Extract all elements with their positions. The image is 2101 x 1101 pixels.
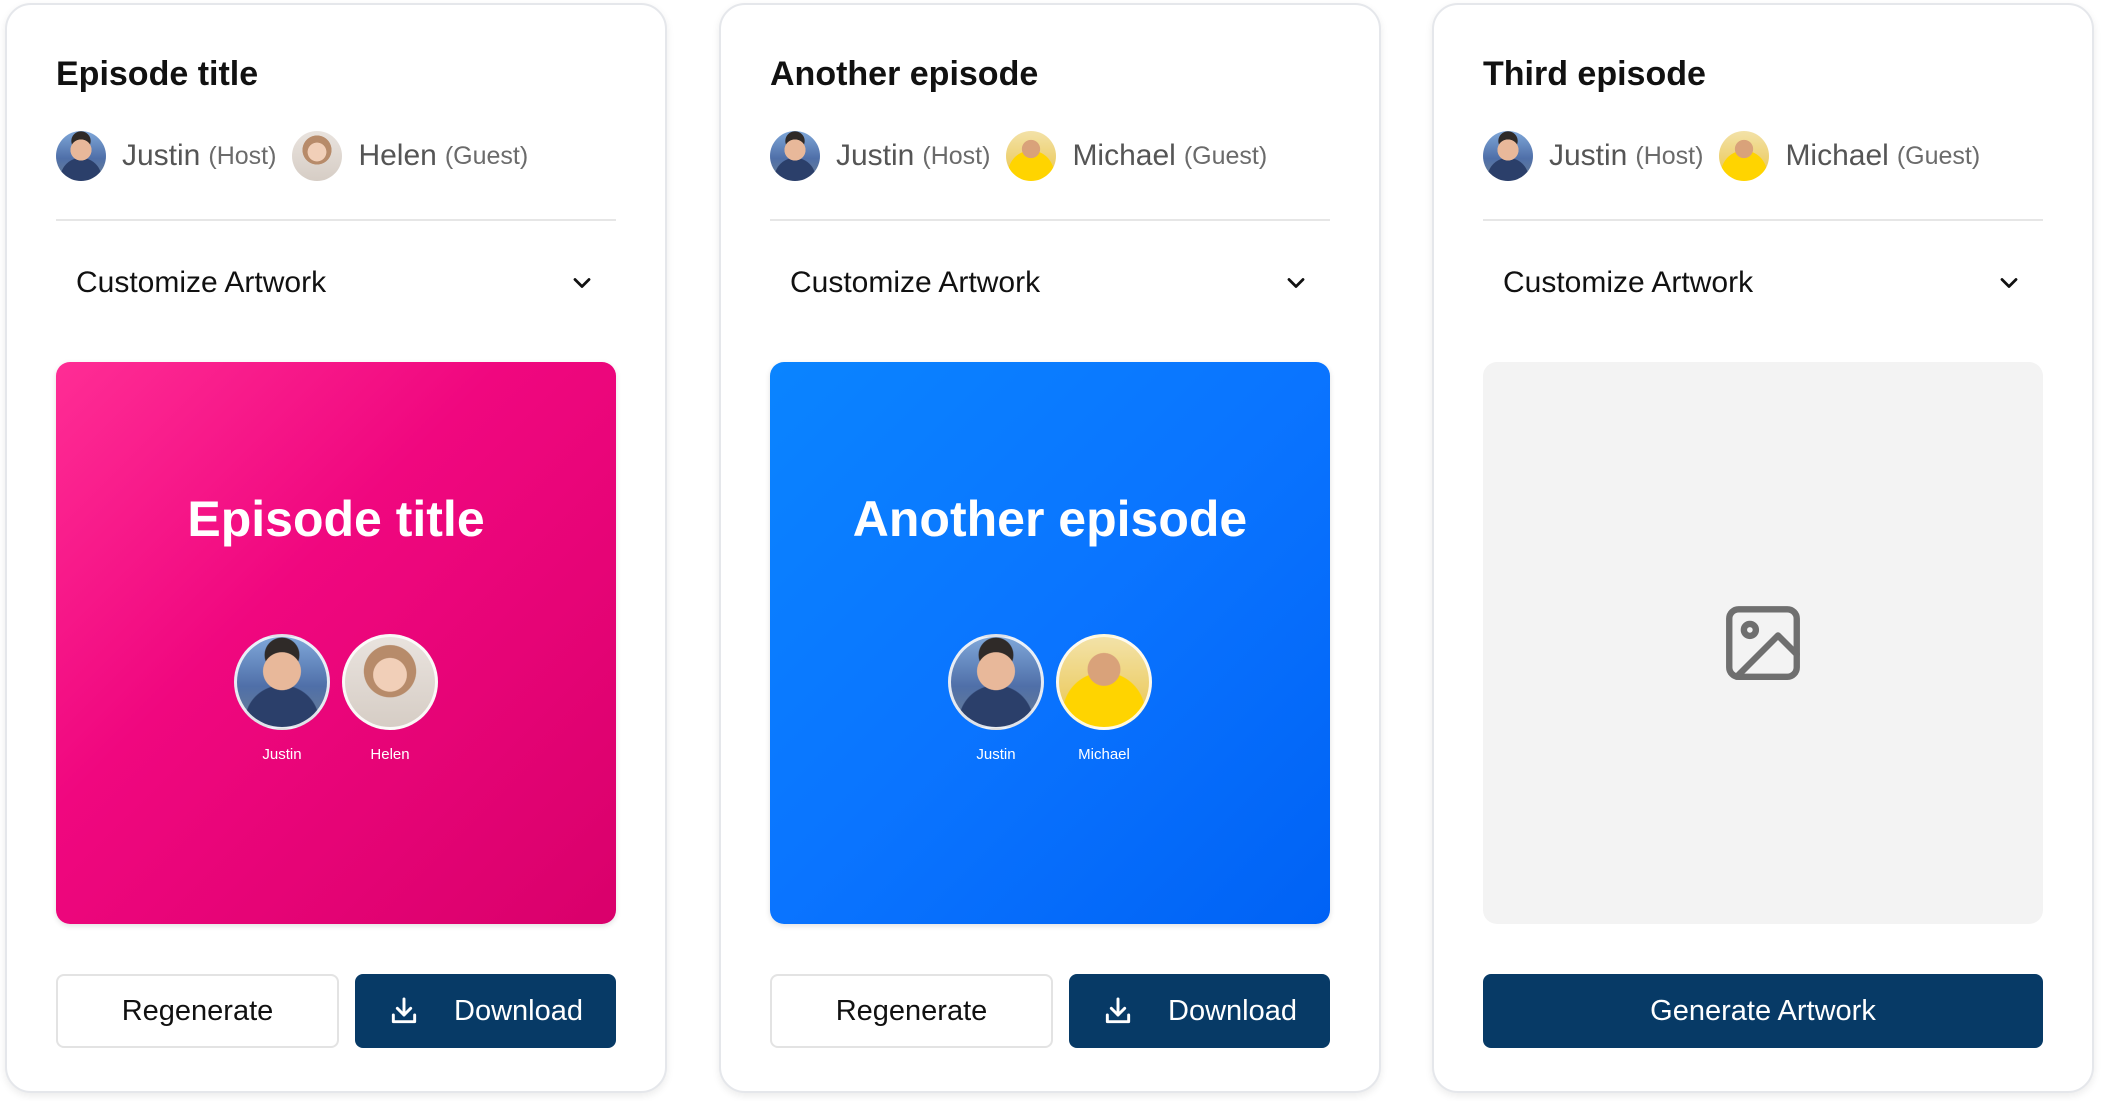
avatar	[1483, 131, 1533, 181]
customize-artwork-label: Customize Artwork	[1503, 266, 1754, 299]
customize-artwork-toggle[interactable]: Customize Artwork	[56, 255, 616, 311]
artwork-person: Justin	[948, 634, 1044, 763]
divider	[1483, 219, 2043, 221]
person-name: Michael	[1785, 139, 1889, 172]
person-guest: Helen (Guest)	[292, 131, 528, 181]
episode-card: Episode title Justin (Host) Helen (Guest…	[5, 3, 667, 1093]
artwork-person-name: Michael	[1078, 746, 1130, 763]
customize-artwork-toggle[interactable]: Customize Artwork	[1483, 255, 2043, 311]
action-buttons: Generate Artwork	[1483, 974, 2043, 1048]
download-icon	[391, 997, 417, 1024]
person-host: Justin (Host)	[1483, 131, 1703, 181]
chevron-down-icon	[573, 278, 591, 288]
divider	[770, 219, 1330, 221]
customize-artwork-label: Customize Artwork	[790, 266, 1041, 299]
divider	[56, 219, 616, 221]
artwork-people: Justin Michael	[770, 634, 1330, 763]
artwork-person-name: Justin	[262, 746, 302, 763]
person-role: (Host)	[1635, 141, 1704, 170]
artwork-placeholder	[1483, 362, 2043, 924]
episode-card: Third episode Justin (Host) Michael (Gue…	[1432, 3, 2094, 1093]
artwork-person: Helen	[342, 634, 438, 763]
episode-card: Another episode Justin (Host) Michael (G…	[719, 3, 1381, 1093]
generate-artwork-label: Generate Artwork	[1650, 994, 1876, 1027]
avatar	[770, 131, 820, 181]
episode-title: Third episode	[1483, 55, 1706, 93]
avatar	[342, 634, 438, 730]
download-icon	[1105, 997, 1131, 1024]
avatar	[56, 131, 106, 181]
person-role: (Guest)	[1183, 141, 1268, 170]
regenerate-button[interactable]: Regenerate	[56, 974, 339, 1048]
people-list: Justin (Host) Helen (Guest)	[56, 131, 544, 181]
avatar	[234, 634, 330, 730]
regenerate-label: Regenerate	[121, 994, 274, 1027]
person-name: Justin	[836, 139, 915, 172]
artwork-preview: Another episode Justin Michael	[770, 362, 1330, 924]
download-button[interactable]: Download	[1069, 974, 1330, 1048]
person-name: Michael	[1072, 139, 1176, 172]
artwork-title: Episode title	[187, 491, 485, 547]
action-buttons: Regenerate Download	[770, 974, 1330, 1048]
customize-artwork-label: Customize Artwork	[76, 266, 327, 299]
avatar	[948, 634, 1044, 730]
person-role: (Guest)	[444, 141, 529, 170]
artwork-people: Justin Helen	[56, 634, 616, 763]
artwork-person-name: Justin	[976, 746, 1016, 763]
episode-title: Another episode	[770, 55, 1039, 93]
person-host: Justin (Host)	[770, 131, 990, 181]
person-role: (Host)	[922, 141, 991, 170]
download-button[interactable]: Download	[355, 974, 616, 1048]
artwork-person: Michael	[1056, 634, 1152, 763]
avatar	[1006, 131, 1057, 181]
avatar	[1719, 131, 1770, 181]
chevron-down-icon	[1287, 278, 1305, 288]
person-role: (Guest)	[1896, 141, 1981, 170]
person-host: Justin (Host)	[56, 131, 276, 181]
artwork-person: Justin	[234, 634, 330, 763]
action-buttons: Regenerate Download	[56, 974, 616, 1048]
customize-artwork-toggle[interactable]: Customize Artwork	[770, 255, 1330, 311]
image-placeholder-icon	[1726, 606, 1800, 680]
avatar	[1056, 634, 1152, 730]
download-label: Download	[454, 994, 583, 1027]
artwork-preview: Episode title Justin Helen	[56, 362, 616, 924]
chevron-down-icon	[2000, 278, 2018, 288]
person-name: Helen	[358, 139, 437, 172]
avatar	[292, 131, 343, 181]
generate-artwork-button[interactable]: Generate Artwork	[1483, 974, 2043, 1048]
person-name: Justin	[122, 139, 201, 172]
person-role: (Host)	[208, 141, 277, 170]
download-label: Download	[1168, 994, 1297, 1027]
people-list: Justin (Host) Michael (Guest)	[770, 131, 1283, 181]
people-list: Justin (Host) Michael (Guest)	[1483, 131, 1996, 181]
regenerate-button[interactable]: Regenerate	[770, 974, 1053, 1048]
artwork-person-name: Helen	[370, 746, 410, 763]
person-name: Justin	[1549, 139, 1628, 172]
regenerate-label: Regenerate	[835, 994, 988, 1027]
person-guest: Michael (Guest)	[1719, 131, 1980, 181]
person-guest: Michael (Guest)	[1006, 131, 1267, 181]
episode-title: Episode title	[56, 55, 259, 93]
artwork-title: Another episode	[852, 491, 1248, 547]
